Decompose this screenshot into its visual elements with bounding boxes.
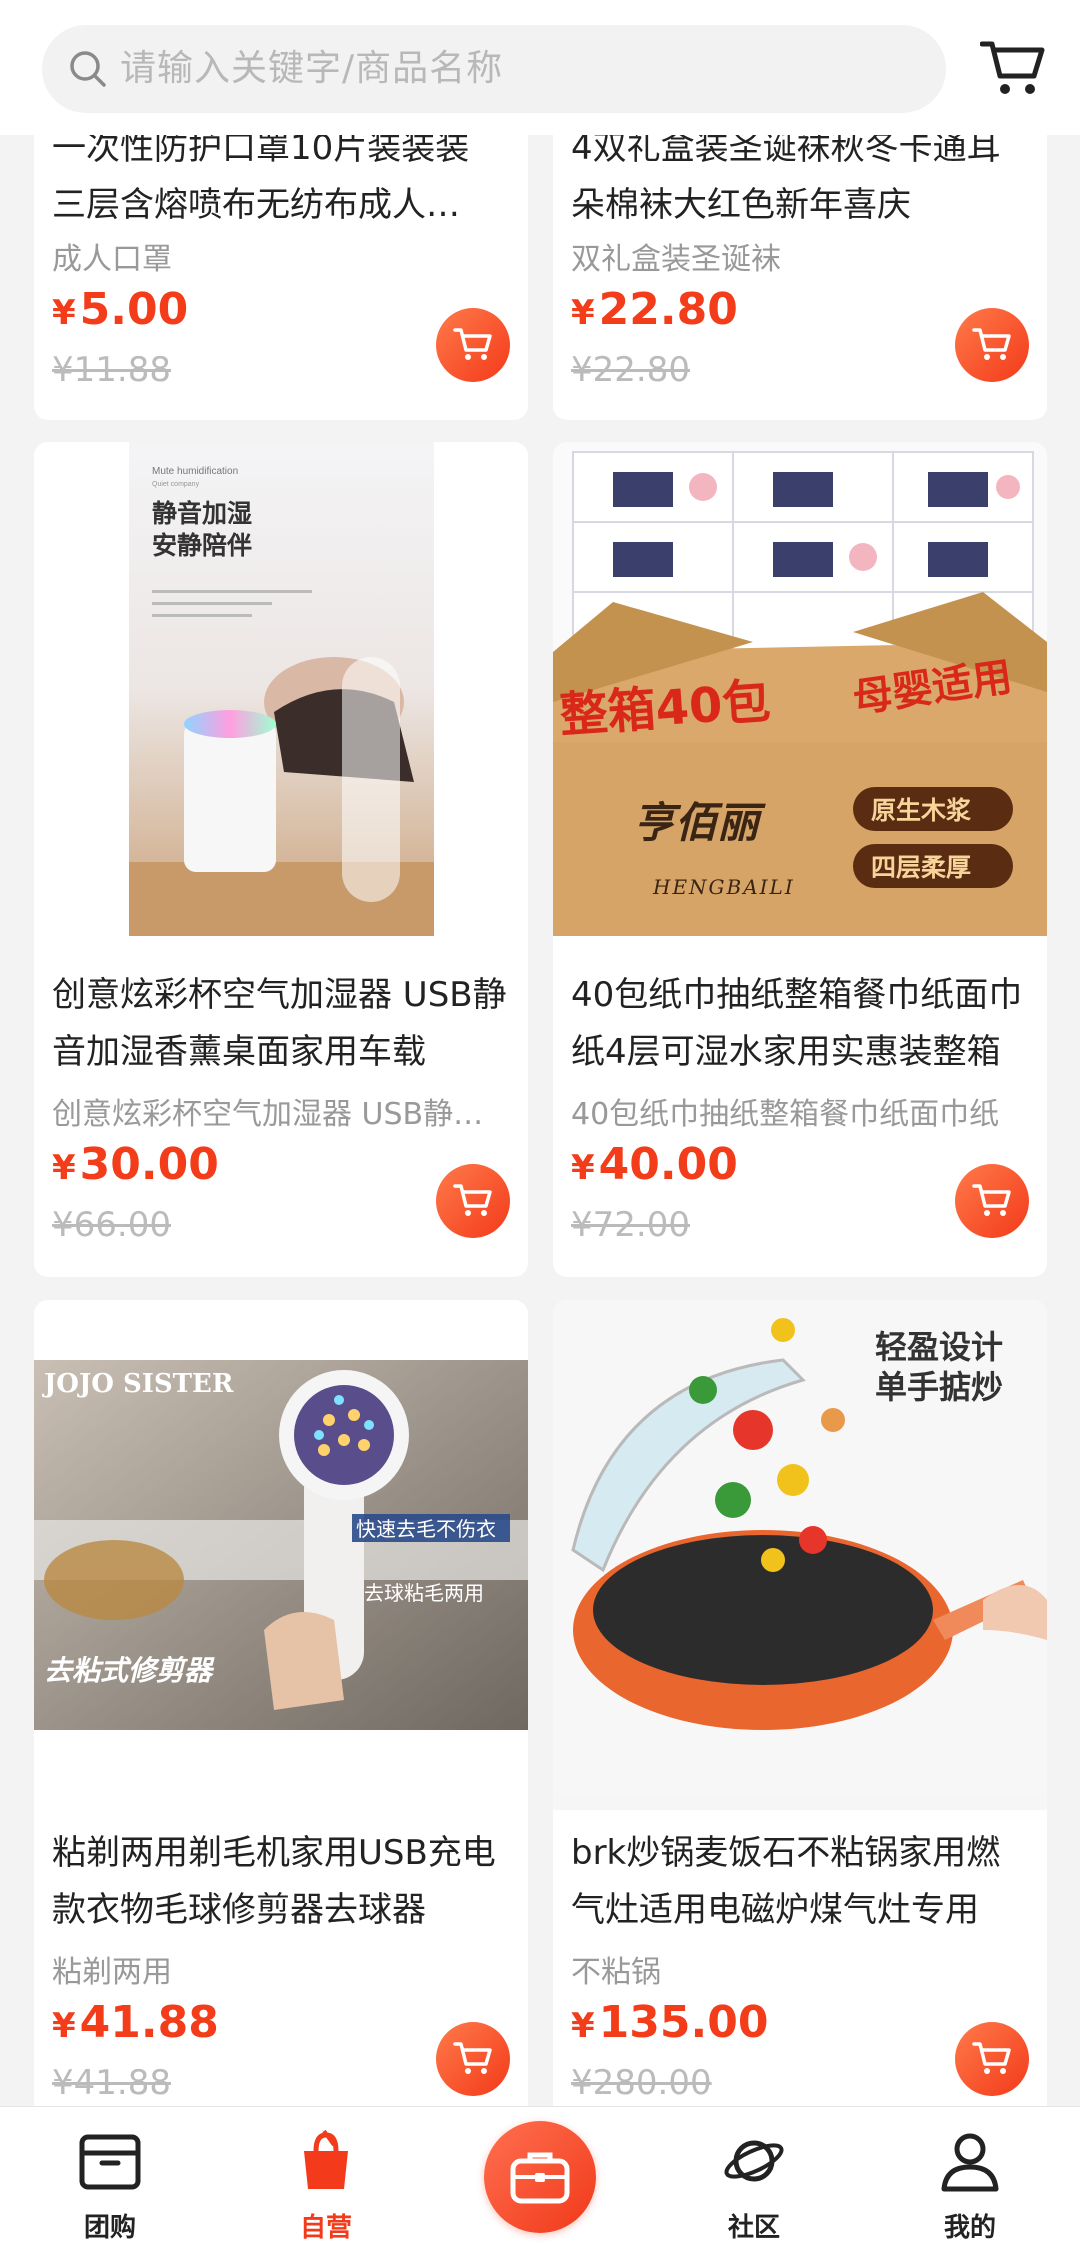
product-subtitle: 创意炫彩杯空气加湿器 USB静音加湿: [52, 1097, 512, 1132]
image-headline-1: 静音加湿: [152, 499, 252, 528]
cart-icon: [972, 2042, 1011, 2074]
shopping-bag-icon: [304, 2129, 348, 2189]
search-placeholder: 请输入关键字/商品名称: [120, 48, 504, 89]
product-subtitle: 40包纸巾抽纸整箱餐巾纸面巾纸: [571, 1097, 1000, 1132]
product-price: ¥22.80: [571, 284, 738, 335]
product-image[interactable]: JOJO SISTER 快速去毛不伤衣 去球粘毛两用 去粘式修剪器: [34, 1300, 528, 1810]
add-to-cart-button[interactable]: [955, 308, 1029, 382]
box-icon: [79, 2134, 141, 2190]
product-price: ¥5.00: [52, 284, 189, 335]
product-subtitle: 不粘锅: [571, 1955, 661, 1990]
product-original-price: ¥66.00: [52, 1205, 171, 1245]
image-line-2: 单手掂炒: [875, 1368, 1003, 1406]
image-line-1: 轻盈设计: [875, 1328, 1003, 1366]
product-title: 40包纸巾抽纸整箱餐巾纸面巾纸4层可湿水家用实惠装整箱: [571, 975, 1023, 1072]
cart-icon: [453, 2042, 492, 2074]
product-title: 粘剃两用剃毛机家用USB充电款衣物毛球修剪器去球器: [52, 1833, 496, 1930]
add-to-cart-button[interactable]: [955, 1164, 1029, 1238]
tab-label: 自营: [299, 2213, 352, 2243]
header: 请输入关键字/商品名称: [0, 0, 1080, 135]
tab-self-operated[interactable]: 自营: [256, 2107, 396, 2247]
product-price: ¥41.88: [52, 1997, 219, 2048]
image-brand: JOJO SISTER: [42, 1369, 234, 1399]
add-to-cart-button[interactable]: [436, 2022, 510, 2096]
cart-icon: [453, 328, 492, 360]
add-to-cart-button[interactable]: [955, 2022, 1029, 2096]
planet-icon: [724, 2140, 784, 2182]
image-tag-3: 去粘式修剪器: [44, 1654, 215, 1687]
product-card[interactable]: 轻盈设计 单手掂炒 brk炒锅麦饭石不粘锅家用燃气灶适用电磁炉煤气灶专用 不粘锅…: [553, 1300, 1047, 2135]
product-card[interactable]: JOJO SISTER 快速去毛不伤衣 去球粘毛两用 去粘式修剪器 粘剃两用剃毛…: [34, 1300, 528, 2135]
product-price: ¥30.00: [52, 1139, 219, 1190]
product-subtitle: 双礼盒装圣诞袜: [571, 242, 781, 277]
product-title: 创意炫彩杯空气加湿器 USB静音加湿香薰桌面家用车载: [52, 975, 507, 1072]
center-action-button[interactable]: [484, 2121, 596, 2233]
user-icon: [941, 2133, 999, 2192]
add-to-cart-button[interactable]: [436, 1164, 510, 1238]
tab-label: 我的: [943, 2213, 996, 2243]
image-tag-2: 去球粘毛两用: [364, 1581, 484, 1605]
tab-mine[interactable]: 我的: [900, 2107, 1040, 2247]
product-original-price: ¥22.80: [571, 350, 690, 390]
cart-icon: [972, 328, 1011, 360]
product-original-price: ¥41.88: [52, 2063, 171, 2103]
image-feature-2: 四层柔厚: [871, 853, 971, 882]
image-tag-1: 快速去毛不伤衣: [356, 1517, 496, 1541]
product-price: ¥135.00: [571, 1997, 769, 2048]
product-subtitle: 成人口罩: [52, 242, 172, 277]
image-brand: 亨佰丽: [633, 798, 766, 847]
product-card[interactable]: 整箱40包 母婴适用 亨佰丽 HENGBAILI 原生木浆 四层柔厚 40包纸巾…: [553, 442, 1047, 1277]
image-headline-2: 安静陪伴: [152, 531, 252, 560]
search-input[interactable]: 请输入关键字/商品名称: [42, 25, 946, 113]
image-caption-en: Mute humidification: [152, 466, 238, 477]
add-to-cart-button[interactable]: [436, 308, 510, 382]
tab-group-buy[interactable]: 团购: [40, 2107, 180, 2247]
image-caption-small: Quiet company: [152, 481, 200, 488]
image-feature-1: 原生木浆: [871, 796, 971, 825]
product-subtitle: 粘剃两用: [52, 1955, 172, 1990]
product-price: ¥40.00: [571, 1139, 738, 1190]
image-brand-en: HENGBAILI: [652, 875, 795, 899]
product-title: 三层含熔喷布无纺布成人…: [52, 185, 460, 225]
tab-label: 团购: [83, 2213, 136, 2243]
briefcase-icon: [510, 2152, 570, 2204]
product-original-price: ¥11.88: [52, 350, 171, 390]
product-image[interactable]: 整箱40包 母婴适用 亨佰丽 HENGBAILI 原生木浆 四层柔厚: [553, 442, 1047, 952]
product-image[interactable]: Mute humidification Quiet company 静音加湿 安…: [34, 442, 528, 952]
search-icon: [70, 51, 106, 87]
product-original-price: ¥72.00: [571, 1205, 690, 1245]
product-title: 朵棉袜大红色新年喜庆: [571, 185, 911, 225]
product-title: brk炒锅麦饭石不粘锅家用燃气灶适用电磁炉煤气灶专用: [571, 1833, 1001, 1930]
product-original-price: ¥280.00: [571, 2063, 712, 2103]
tab-label: 社区: [727, 2213, 780, 2243]
tab-community[interactable]: 社区: [684, 2107, 824, 2247]
cart-icon: [453, 1184, 492, 1216]
cart-icon: [972, 1184, 1011, 1216]
product-card[interactable]: Mute humidification Quiet company 静音加湿 安…: [34, 442, 528, 1277]
cart-icon[interactable]: [980, 38, 1046, 98]
product-image[interactable]: 轻盈设计 单手掂炒: [553, 1300, 1047, 1810]
